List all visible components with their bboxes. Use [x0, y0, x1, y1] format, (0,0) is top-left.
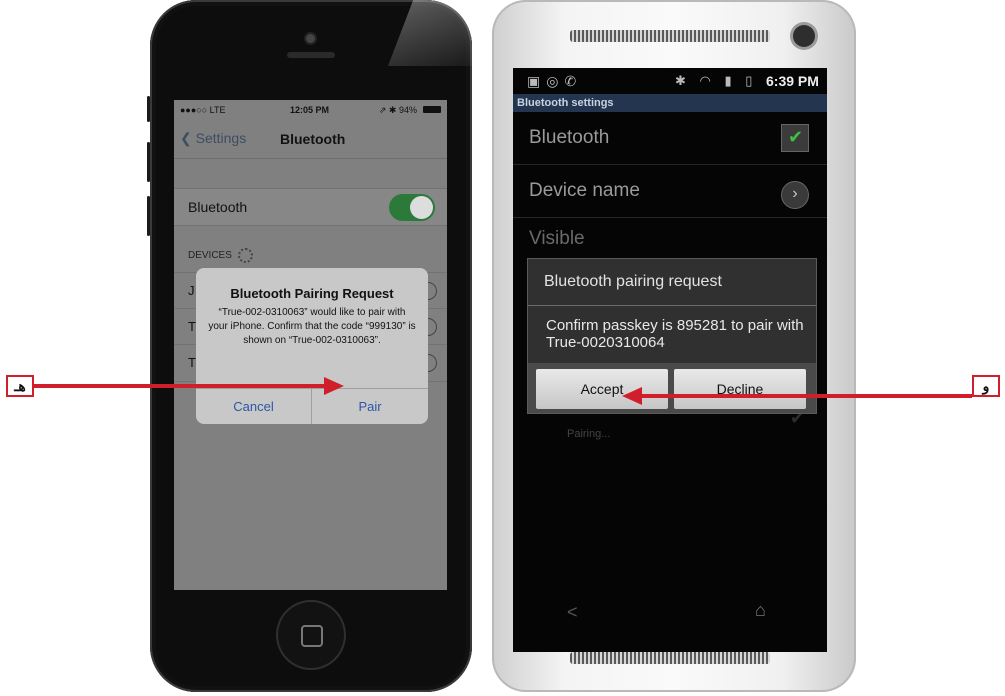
callout-line-left [34, 384, 326, 388]
iphone-volume-up [147, 142, 150, 182]
ios-devices-header: DEVICES [188, 248, 253, 263]
ios-battery-text: ⇗ ✱ 94% [378, 105, 417, 115]
iphone-mute-switch [147, 96, 150, 122]
callout-label-left: هـ [6, 375, 34, 397]
bottom-speaker-grille [570, 652, 770, 664]
toggle-knob [410, 196, 433, 219]
callout-line-right [640, 394, 972, 398]
iphone-speaker [287, 52, 335, 58]
check-icon: ✔ [788, 127, 804, 147]
dialog-divider [528, 305, 816, 306]
home-icon[interactable]: ⌂ [755, 600, 766, 621]
bluetooth-checkbox[interactable]: ✔ [781, 124, 809, 152]
ios-page-title: Bluetooth [280, 131, 346, 147]
ios-nav-bar: ❮ Settings Bluetooth [174, 120, 447, 159]
devices-header-label: DEVICES [188, 250, 232, 262]
android-time: 6:39 PM [766, 73, 819, 89]
android-pairing-dialog: Bluetooth pairing request Confirm passke… [527, 258, 817, 414]
ios-carrier: ●●●○○ LTE [180, 105, 226, 115]
iphone-front-camera [306, 34, 315, 43]
ios-back-button[interactable]: ❮ Settings [180, 130, 246, 147]
iphone-glare [388, 0, 472, 66]
alert-buttons: Cancel Pair [196, 388, 428, 424]
android-nav-bar: < ⌂ [513, 594, 827, 634]
device-name-row[interactable]: Device name › [513, 165, 827, 218]
ios-screen: ●●●○○ LTE 12:05 PM ⇗ ✱ 94% ❮ Settings Bl… [174, 100, 447, 590]
pairing-status: Pairing... [567, 428, 611, 440]
arrow-left-icon [622, 387, 642, 405]
top-speaker-grille [570, 30, 770, 42]
device-name-label: Device name [529, 180, 640, 201]
ios-time: 12:05 PM [290, 105, 330, 115]
chevron-right-icon[interactable]: › [781, 181, 809, 209]
bluetooth-setting-row[interactable]: Bluetooth ✔ [513, 112, 827, 165]
iphone-home-button[interactable] [276, 600, 346, 670]
accept-button[interactable]: Accept [536, 369, 668, 409]
arrow-right-icon [324, 377, 344, 395]
bluetooth-setting-label: Bluetooth [529, 127, 610, 148]
callout-label-right: و [972, 375, 1000, 397]
ios-device-name: J [188, 283, 195, 298]
alert-message: “True-002-0310063” would like to pair wi… [208, 307, 416, 346]
notification-icons: ▣◎✆ [527, 73, 583, 89]
android-screen: ▣◎✆ ✱ ◠ ▮ ▯ 6:39 PM Bluetooth settings B… [513, 68, 827, 652]
home-square-icon [301, 625, 323, 647]
front-camera-icon [793, 25, 815, 47]
battery-icon [423, 106, 441, 113]
back-arrow-icon[interactable]: < [567, 602, 578, 623]
loading-spinner-icon [237, 248, 253, 263]
ios-bluetooth-label: Bluetooth [188, 199, 248, 215]
dialog-buttons: Accept Decline [528, 363, 816, 413]
ios-pairing-alert: Bluetooth Pairing Request “True-002-0310… [196, 268, 428, 424]
system-icons: ✱ ◠ ▮ ▯ [675, 73, 758, 88]
iphone-volume-down [147, 196, 150, 236]
dialog-message: Confirm passkey is 895281 to pair with T… [546, 317, 804, 351]
cancel-button[interactable]: Cancel [196, 389, 312, 424]
alert-title: Bluetooth Pairing Request [230, 286, 394, 301]
android-status-bar: ▣◎✆ ✱ ◠ ▮ ▯ 6:39 PM [513, 68, 827, 94]
bluetooth-toggle[interactable] [389, 194, 435, 221]
ios-bluetooth-row: Bluetooth [174, 188, 447, 226]
dialog-title: Bluetooth pairing request [544, 273, 722, 290]
ios-status-bar: ●●●○○ LTE 12:05 PM ⇗ ✱ 94% [174, 100, 447, 120]
visible-label: Visible [529, 228, 585, 249]
decline-button[interactable]: Decline [674, 369, 806, 409]
settings-header: Bluetooth settings [513, 94, 827, 112]
